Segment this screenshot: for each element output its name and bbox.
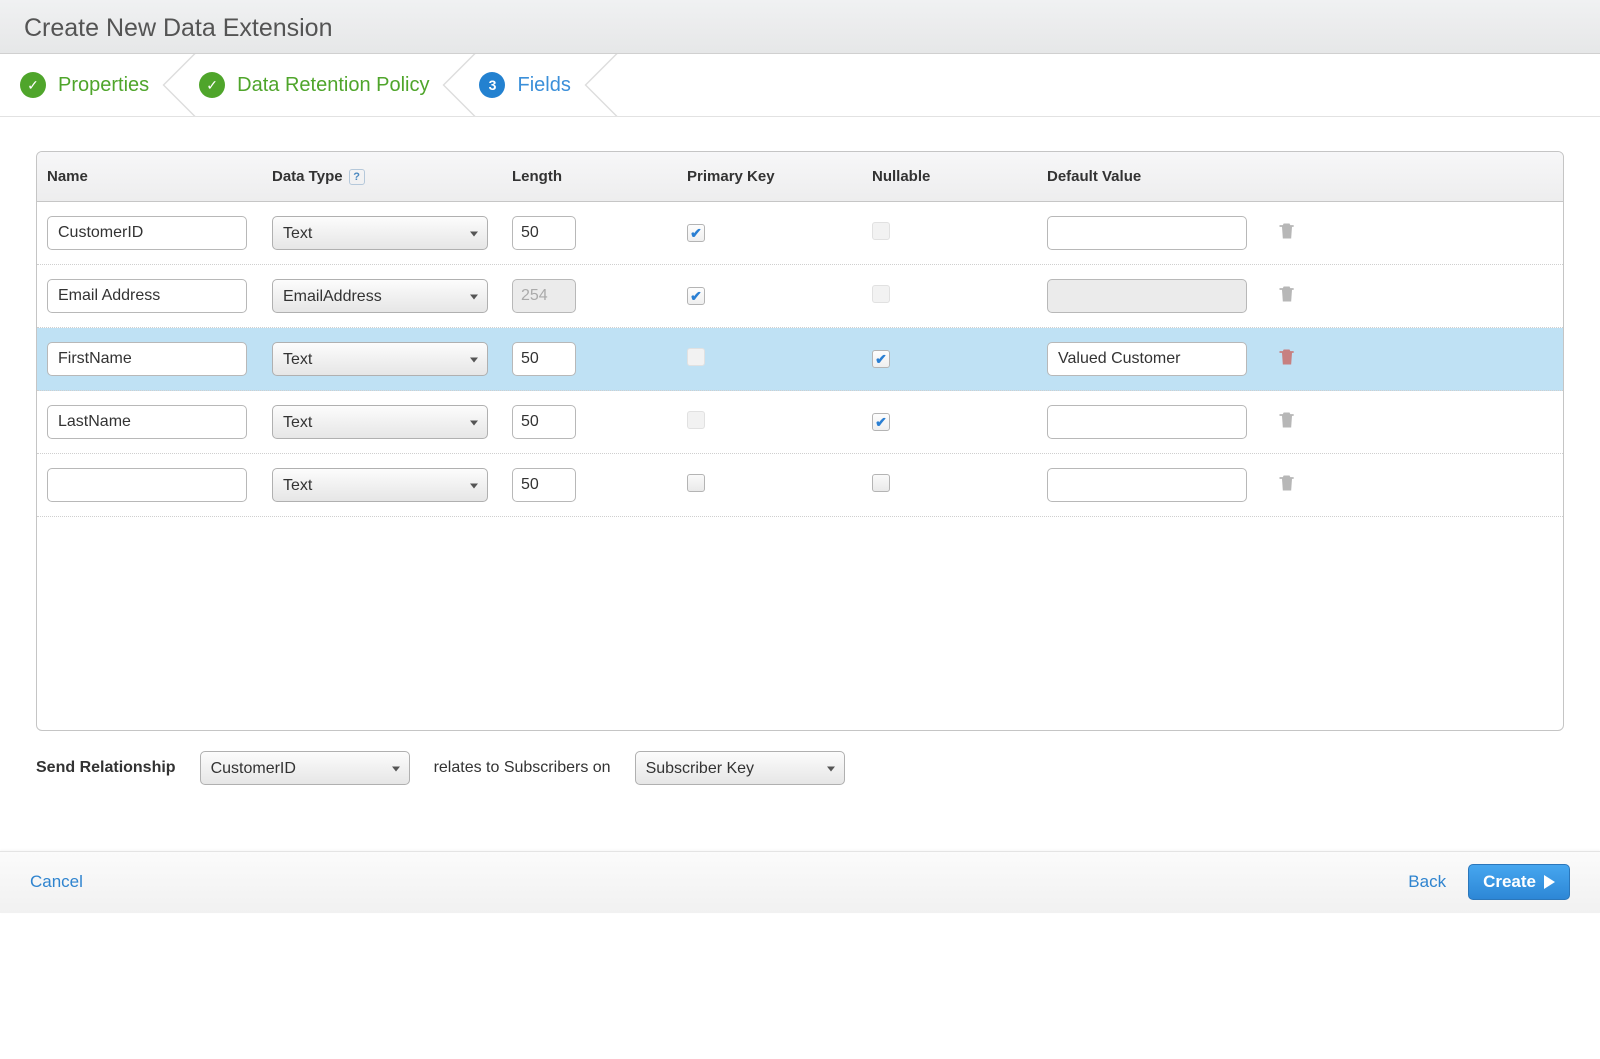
trash-icon[interactable] [1277,346,1297,370]
trash-icon[interactable] [1277,409,1297,433]
send-relationship-field-select[interactable]: CustomerIDEmail AddressFirstNameLastName [200,751,410,785]
wizard-step-label: Properties [58,74,149,97]
check-icon: ✓ [199,72,225,98]
col-nullable: Nullable [872,168,1047,185]
length-input[interactable] [512,468,576,502]
table-row[interactable]: TextEmailAddressNumberDateBoolean [37,265,1563,328]
grid-header: Name Data Type ? Length Primary Key Null… [37,152,1563,202]
trash-icon[interactable] [1277,283,1297,307]
help-icon[interactable]: ? [349,169,365,185]
dialog-title: Create New Data Extension [24,14,1576,53]
send-relationship-target-select[interactable]: Subscriber KeySubscriber ID [635,751,845,785]
footer: Cancel Back Create [0,851,1600,913]
default-value-input [1047,279,1247,313]
arrow-right-icon [1544,875,1555,889]
nullable-checkbox [872,285,890,303]
data-type-select[interactable]: TextEmailAddressNumberDateBoolean [272,342,488,376]
wizard-step-fields[interactable]: 3 Fields [459,54,600,116]
wizard-tabs: ✓ Properties ✓ Data Retention Policy 3 Fields [0,54,1600,117]
create-button-label: Create [1483,872,1536,892]
col-default-value: Default Value [1047,168,1277,185]
default-value-input[interactable] [1047,405,1247,439]
trash-icon[interactable] [1277,472,1297,496]
primary-key-checkbox[interactable] [687,224,705,242]
wizard-step-data-retention-policy[interactable]: ✓ Data Retention Policy [179,54,459,116]
wizard-step-properties[interactable]: ✓ Properties [0,54,179,116]
field-name-input[interactable] [47,216,247,250]
table-row[interactable]: TextEmailAddressNumberDateBoolean [37,391,1563,454]
default-value-input[interactable] [1047,216,1247,250]
field-name-input[interactable] [47,342,247,376]
table-row[interactable]: TextEmailAddressNumberDateBoolean [37,202,1563,265]
default-value-input[interactable] [1047,468,1247,502]
grid-body: TextEmailAddressNumberDateBoolean TextEma… [37,202,1563,517]
length-input[interactable] [512,342,576,376]
nullable-checkbox[interactable] [872,474,890,492]
field-name-input[interactable] [47,405,247,439]
col-length: Length [512,168,687,185]
primary-key-checkbox[interactable] [687,474,705,492]
col-name: Name [47,168,272,185]
table-row[interactable]: TextEmailAddressNumberDateBoolean [37,454,1563,517]
nullable-checkbox[interactable] [872,413,890,431]
col-data-type: Data Type ? [272,168,512,185]
field-name-input[interactable] [47,468,247,502]
nullable-checkbox[interactable] [872,350,890,368]
field-name-input[interactable] [47,279,247,313]
wizard-step-label: Fields [517,74,570,97]
dialog-header: Create New Data Extension [0,0,1600,54]
cancel-button[interactable]: Cancel [30,872,83,892]
length-input[interactable] [512,405,576,439]
send-relationship: Send Relationship CustomerIDEmail Addres… [36,731,1564,795]
data-type-select[interactable]: TextEmailAddressNumberDateBoolean [272,468,488,502]
wizard-step-label: Data Retention Policy [237,74,429,97]
send-relationship-text: relates to Subscribers on [434,759,611,777]
col-primary-key: Primary Key [687,168,872,185]
step-number-badge: 3 [479,72,505,98]
content: Name Data Type ? Length Primary Key Null… [0,117,1600,811]
check-icon: ✓ [20,72,46,98]
primary-key-checkbox[interactable] [687,287,705,305]
data-type-select[interactable]: TextEmailAddressNumberDateBoolean [272,216,488,250]
create-button[interactable]: Create [1468,864,1570,900]
nullable-checkbox [872,222,890,240]
primary-key-checkbox [687,411,705,429]
length-input [512,279,576,313]
back-button[interactable]: Back [1408,872,1446,892]
data-type-select[interactable]: TextEmailAddressNumberDateBoolean [272,405,488,439]
data-type-select[interactable]: TextEmailAddressNumberDateBoolean [272,279,488,313]
length-input[interactable] [512,216,576,250]
trash-icon[interactable] [1277,220,1297,244]
primary-key-checkbox [687,348,705,366]
fields-grid: Name Data Type ? Length Primary Key Null… [36,151,1564,731]
table-row[interactable]: TextEmailAddressNumberDateBoolean [37,328,1563,391]
send-relationship-label: Send Relationship [36,759,176,777]
default-value-input[interactable] [1047,342,1247,376]
